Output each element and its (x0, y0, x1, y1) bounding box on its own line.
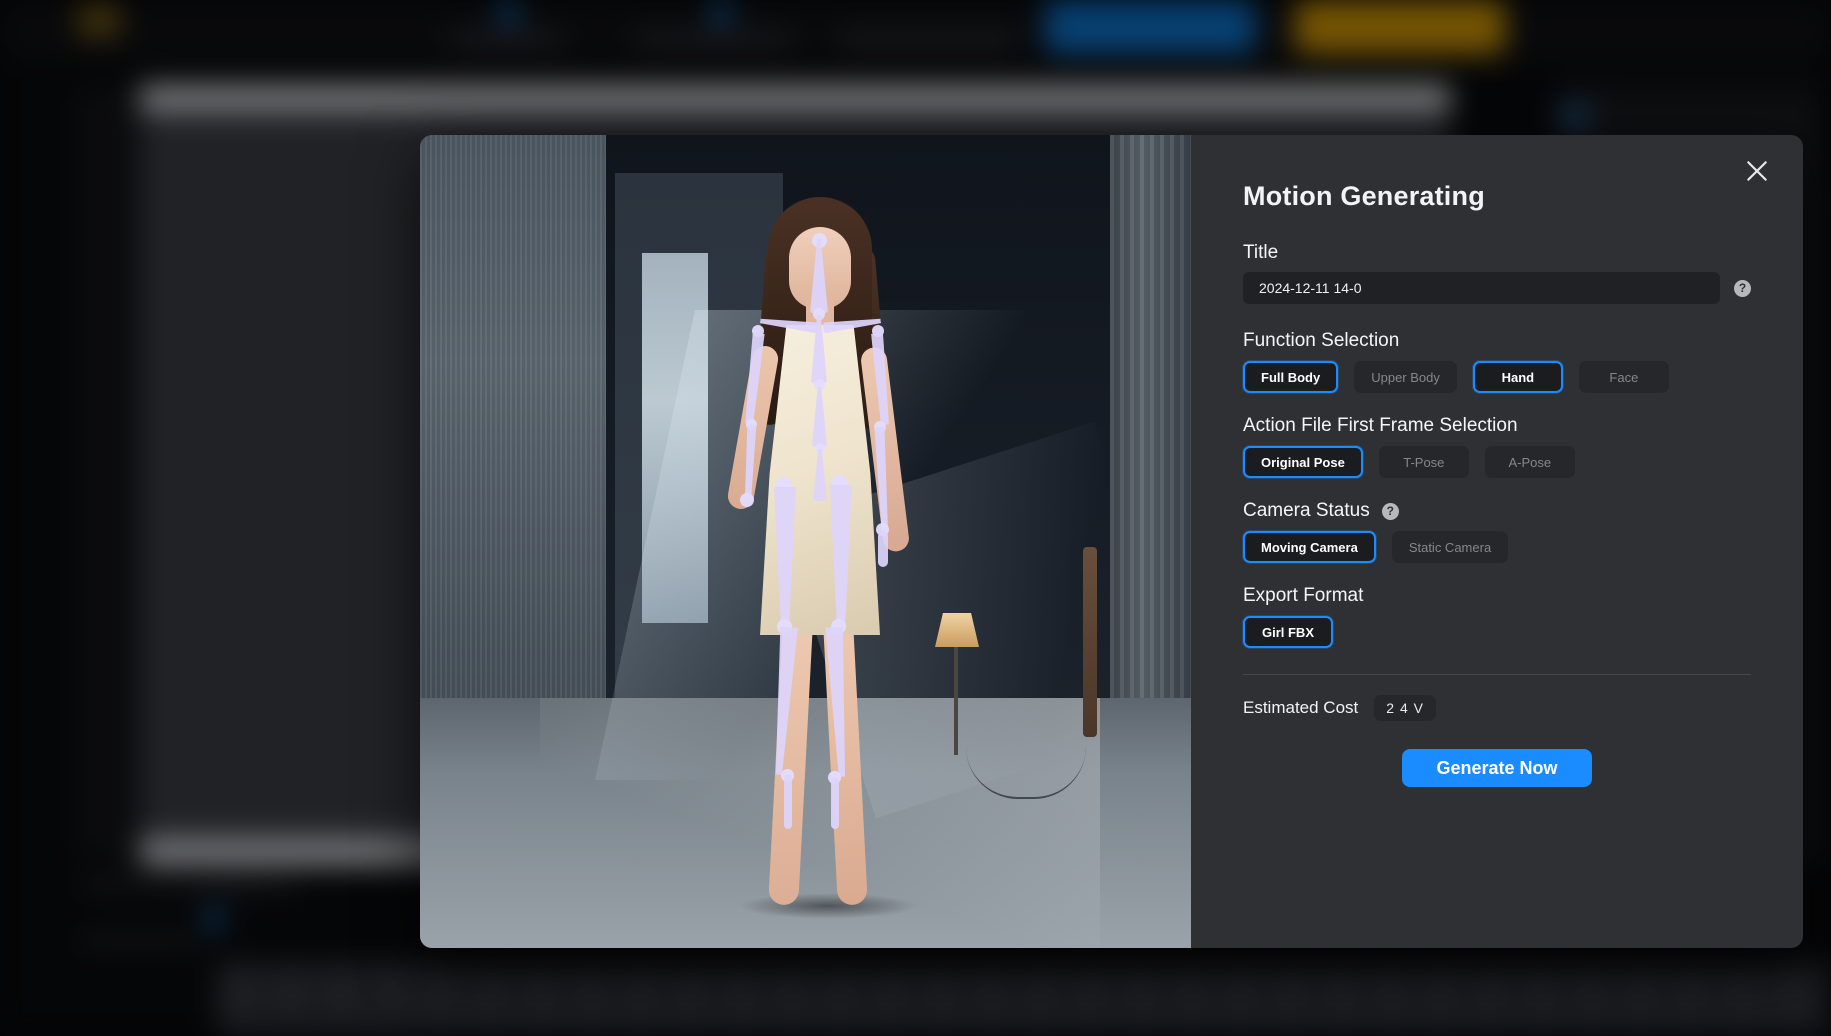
option-moving-camera[interactable]: Moving Camera (1243, 531, 1376, 563)
function-selection-section: Function Selection Full Body Upper Body … (1243, 330, 1751, 393)
page-title: Motion Generating (1243, 181, 1751, 212)
option-a-pose[interactable]: A-Pose (1485, 446, 1575, 478)
option-face[interactable]: Face (1579, 361, 1669, 393)
camera-status-label: Camera Status (1243, 500, 1370, 522)
preview-radiator (1083, 547, 1097, 737)
option-hand[interactable]: Hand (1473, 361, 1563, 393)
figure-shadow (738, 893, 918, 919)
camera-status-options: Moving Camera Static Camera (1243, 531, 1751, 563)
help-icon[interactable]: ? (1734, 280, 1751, 297)
camera-status-section: Camera Status ? Moving Camera Static Cam… (1243, 500, 1751, 563)
title-label: Title (1243, 242, 1751, 264)
title-input[interactable] (1243, 272, 1720, 304)
option-t-pose[interactable]: T-Pose (1379, 446, 1469, 478)
estimated-cost-row: Estimated Cost 2 4 V (1243, 695, 1751, 721)
estimated-cost-badge: 2 4 V (1374, 695, 1436, 721)
section-divider (1243, 674, 1751, 675)
pose-preview-image[interactable] (420, 135, 1191, 948)
export-format-options: Girl FBX (1243, 616, 1751, 648)
export-format-label: Export Format (1243, 585, 1751, 607)
first-frame-selection-section: Action File First Frame Selection Origin… (1243, 415, 1751, 478)
preview-figure (668, 175, 968, 925)
option-upper-body[interactable]: Upper Body (1354, 361, 1457, 393)
figure-leg-left (768, 604, 814, 905)
option-original-pose[interactable]: Original Pose (1243, 446, 1363, 478)
option-full-body[interactable]: Full Body (1243, 361, 1338, 393)
function-selection-options: Full Body Upper Body Hand Face (1243, 361, 1751, 393)
figure-leg-right (822, 604, 868, 905)
export-format-section: Export Format Girl FBX (1243, 585, 1751, 648)
title-row: ? (1243, 272, 1751, 304)
motion-generating-modal: Motion Generating Title ? Function Selec… (420, 135, 1803, 948)
camera-status-header: Camera Status ? (1243, 500, 1751, 522)
estimated-cost-label: Estimated Cost (1243, 698, 1358, 718)
function-selection-label: Function Selection (1243, 330, 1751, 352)
motion-generating-form: Motion Generating Title ? Function Selec… (1191, 135, 1803, 948)
first-frame-selection-label: Action File First Frame Selection (1243, 415, 1751, 437)
generate-now-button[interactable]: Generate Now (1402, 749, 1591, 787)
option-static-camera[interactable]: Static Camera (1392, 531, 1508, 563)
close-icon[interactable] (1735, 149, 1779, 193)
option-girl-fbx[interactable]: Girl FBX (1243, 616, 1333, 648)
first-frame-selection-options: Original Pose T-Pose A-Pose (1243, 446, 1751, 478)
camera-status-help-icon[interactable]: ? (1382, 503, 1399, 520)
generate-button-wrap: Generate Now (1243, 749, 1751, 787)
